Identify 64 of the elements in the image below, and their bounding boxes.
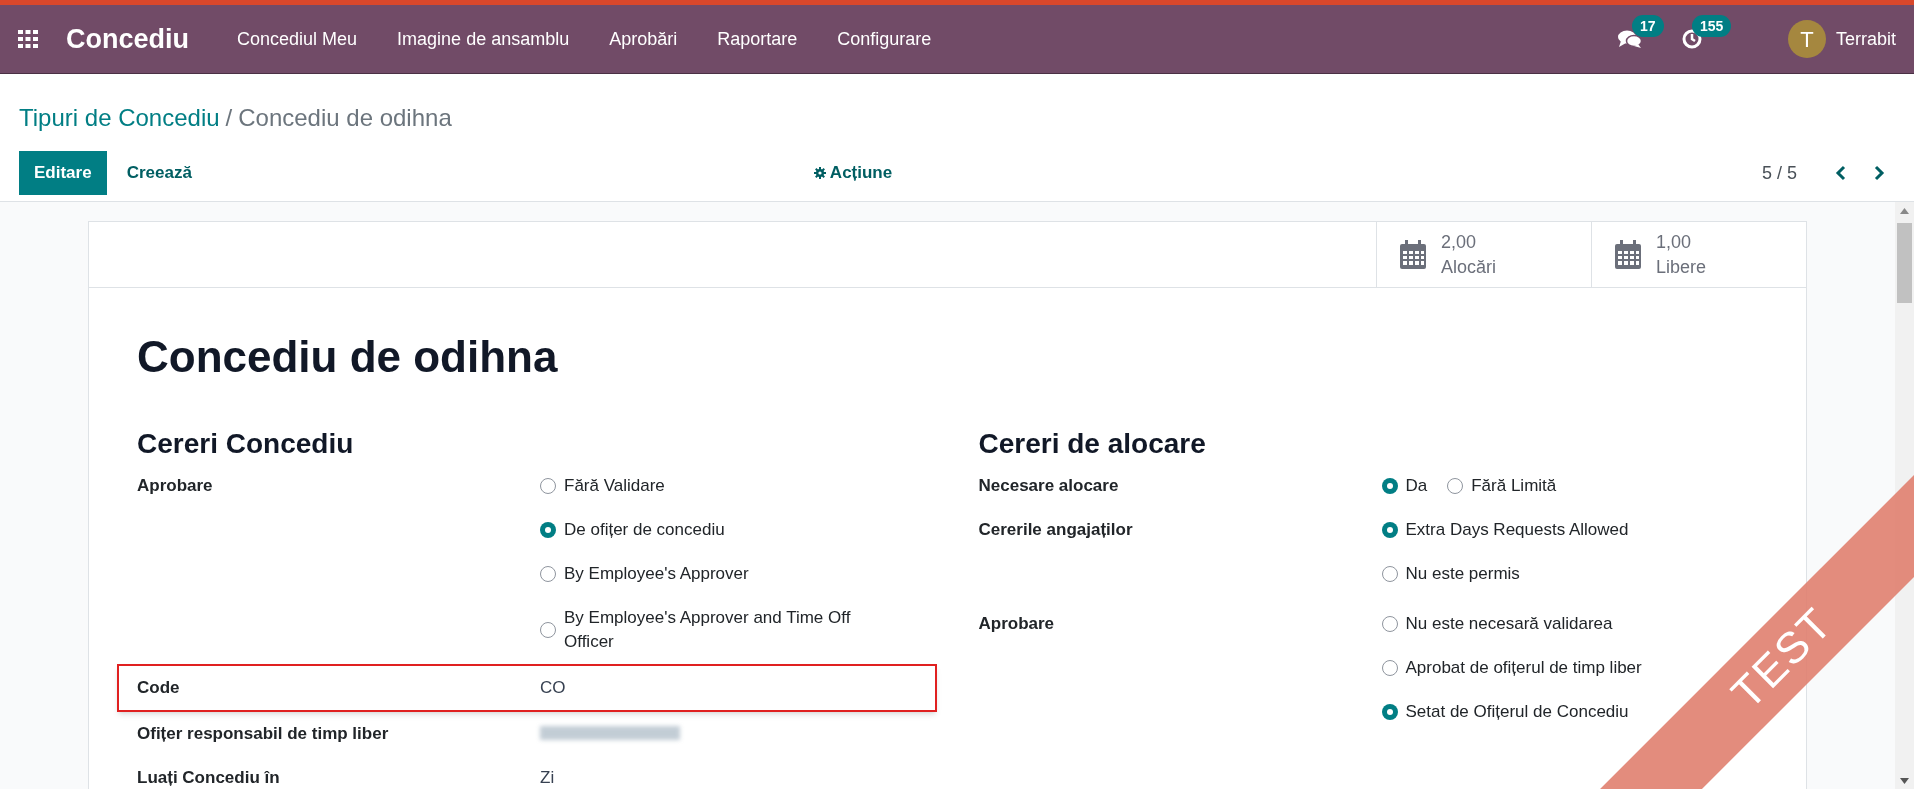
field-value: Zi	[540, 767, 556, 789]
record-title: Concediu de odihna	[137, 331, 559, 383]
menu-item[interactable]: Concediul Meu	[217, 25, 378, 53]
stat-button[interactable]: 1,00 Libere	[1591, 222, 1806, 287]
radio-button[interactable]	[1381, 660, 1398, 676]
stat-value: 1,00	[1656, 230, 1693, 254]
radio-option[interactable]: Nu este necesară validarea	[1381, 602, 1613, 646]
chevron-right-icon	[1873, 165, 1885, 181]
field-label: Aprobare	[978, 613, 1056, 635]
scrollbar-thumb[interactable]	[1897, 223, 1912, 303]
field-label: Code	[137, 677, 181, 699]
breadcrumb-current: Concediu de odihna	[238, 102, 452, 133]
menu-item[interactable]: Configurare	[817, 25, 952, 53]
clock-icon[interactable]	[1681, 29, 1702, 49]
radio-option[interactable]: By Employee's Approver	[540, 552, 749, 596]
radio-option[interactable]: Fără Limită	[1447, 464, 1557, 508]
field-label: Cererile angajaților	[978, 519, 1134, 541]
field-label: Aprobare	[137, 475, 214, 497]
pager-value: 5 / 5	[1761, 161, 1797, 185]
radio-button[interactable]	[540, 566, 556, 582]
activity-count-badge: 155	[1691, 15, 1732, 37]
radio-button[interactable]	[1447, 478, 1464, 494]
stat-label: Alocări	[1441, 255, 1497, 279]
field-label: Ofițer responsabil de timp liber	[137, 723, 390, 745]
app-title[interactable]: Concediu	[66, 18, 189, 60]
gear-icon	[813, 167, 826, 179]
chevron-left-icon	[1835, 165, 1847, 181]
create-button[interactable]: Creează	[106, 151, 212, 195]
radio-button[interactable]	[1381, 616, 1398, 632]
field-label: Luați Concediu în	[137, 767, 281, 789]
radio-option[interactable]: Fără Validare	[540, 464, 665, 508]
radio-button[interactable]	[1381, 522, 1398, 538]
action-button[interactable]: Acțiune	[811, 151, 895, 195]
calendar-icon	[1399, 239, 1427, 270]
radio-option[interactable]: Setat de Ofițerul de Concediu	[1381, 690, 1629, 734]
radio-option[interactable]: De ofițer de concediu	[540, 508, 725, 552]
menu-item[interactable]: Aprobări	[589, 25, 698, 53]
message-count-badge: 17	[1631, 15, 1664, 37]
radio-button[interactable]	[1381, 704, 1398, 720]
calendar-icon	[1614, 239, 1642, 270]
field-label: Necesare alocare	[978, 475, 1120, 497]
breadcrumb-separator: /	[225, 102, 233, 133]
breadcrumb-link[interactable]: Tipuri de Concediu	[19, 99, 220, 136]
stat-label: Libere	[1656, 255, 1707, 279]
field-value: CO	[540, 677, 567, 699]
radio-button[interactable]	[1381, 566, 1398, 582]
radio-option[interactable]: Extra Days Requests Allowed	[1381, 508, 1629, 552]
user-name[interactable]: Terrabit	[1835, 25, 1896, 53]
radio-button[interactable]	[540, 478, 556, 494]
radio-button[interactable]	[540, 522, 556, 538]
radio-option[interactable]: Da	[1381, 464, 1428, 508]
apps-menu-icon[interactable]	[18, 30, 38, 48]
section-heading: Cereri Concediu	[137, 427, 355, 461]
radio-option[interactable]: By Employee's Approver and Time Off Officer	[540, 596, 897, 664]
radio-option[interactable]: Aprobat de ofițerul de timp liber	[1381, 646, 1642, 690]
menu-item[interactable]: Imagine de ansamblu	[377, 25, 590, 53]
radio-option[interactable]: Nu este permis	[1381, 552, 1520, 596]
radio-button[interactable]	[540, 622, 556, 638]
stat-value: 2,00	[1441, 230, 1478, 254]
menu-item[interactable]: Raportare	[697, 25, 818, 53]
radio-button[interactable]	[1381, 478, 1398, 494]
section-heading: Cereri de alocare	[978, 427, 1207, 461]
stat-button[interactable]: 2,00 Alocări	[1376, 222, 1591, 287]
edit-button[interactable]: Editare	[19, 151, 107, 195]
